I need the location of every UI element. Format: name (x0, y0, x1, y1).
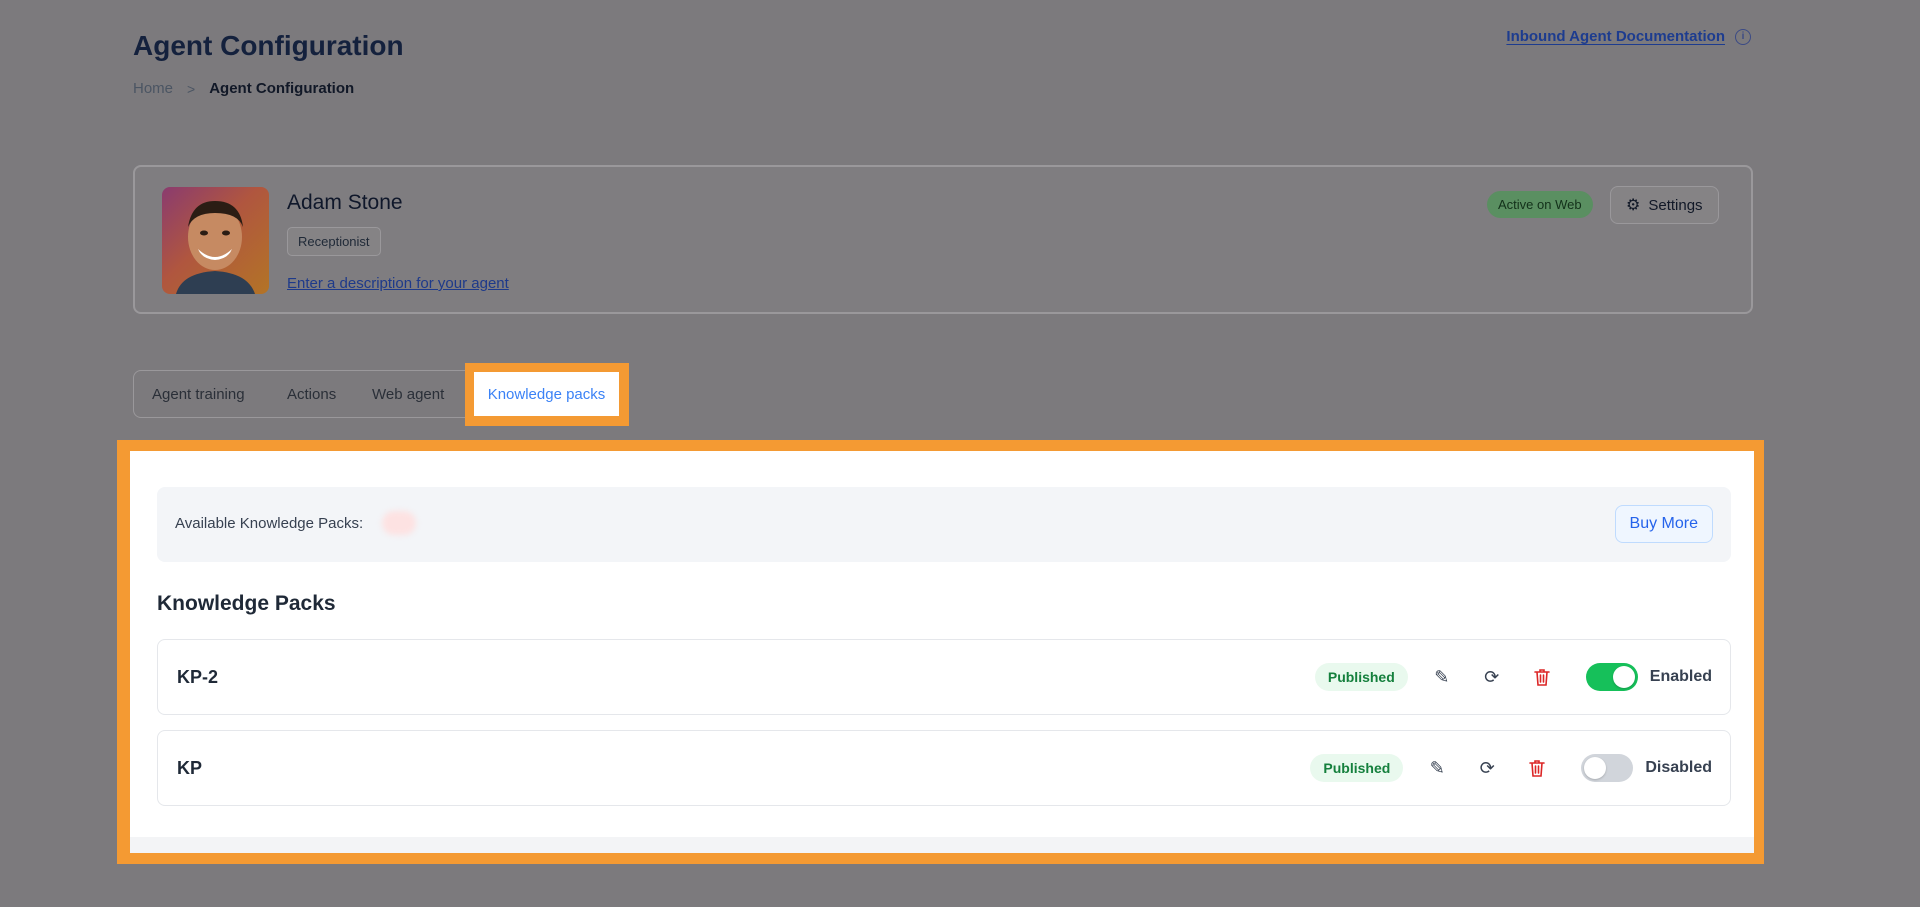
breadcrumb-separator-icon: > (187, 80, 196, 97)
breadcrumb: Home > Agent Configuration (133, 80, 354, 97)
agent-name: Adam Stone (287, 191, 403, 214)
agent-profile-card: Adam Stone Receptionist Enter a descript… (133, 165, 1753, 314)
enable-toggle[interactable] (1585, 663, 1638, 691)
pack-name: KP-2 (177, 666, 219, 687)
info-icon[interactable]: i (1735, 28, 1751, 45)
available-packs-count (382, 511, 416, 535)
buy-more-button[interactable]: Buy More (1614, 505, 1713, 543)
trash-icon[interactable] (1526, 661, 1558, 693)
pack-actions: Published ✎ ⟳ Enabled (1314, 640, 1712, 714)
tab-web-agent[interactable]: Web agent (372, 371, 444, 417)
status-badge: Published (1310, 754, 1404, 782)
role-badge: Receptionist (287, 227, 381, 256)
gear-icon: ⚙ (1626, 197, 1641, 214)
pack-actions: Published ✎ ⟳ Disabled (1310, 731, 1712, 805)
avatar (162, 187, 269, 294)
knowledge-packs-heading: Knowledge Packs (157, 592, 336, 615)
toggle-label: Disabled (1645, 759, 1712, 776)
pack-name: KP (177, 757, 203, 778)
documentation-link-group: Inbound Agent Documentation i (1506, 28, 1751, 45)
trash-icon[interactable] (1521, 752, 1553, 784)
settings-button-label: Settings (1648, 196, 1703, 214)
refresh-icon[interactable]: ⟳ (1476, 661, 1508, 693)
settings-button[interactable]: ⚙ Settings (1610, 186, 1719, 224)
agent-description-link[interactable]: Enter a description for your agent (287, 275, 509, 292)
tab-actions[interactable]: Actions (287, 371, 336, 417)
page-title: Agent Configuration (133, 30, 404, 61)
documentation-link[interactable]: Inbound Agent Documentation (1506, 28, 1725, 45)
edit-icon[interactable]: ✎ (1426, 661, 1458, 693)
toggle-label: Enabled (1649, 668, 1712, 685)
status-badge: Active on Web (1487, 191, 1593, 218)
tab-knowledge-packs[interactable]: Knowledge packs (474, 372, 619, 416)
refresh-icon[interactable]: ⟳ (1471, 752, 1503, 784)
enable-toggle[interactable] (1581, 754, 1634, 782)
avatar-portrait-icon (176, 201, 255, 294)
tab-agent-training[interactable]: Agent training (152, 371, 245, 417)
available-packs-bar: Available Knowledge Packs: Buy More (157, 487, 1731, 562)
edit-icon[interactable]: ✎ (1421, 752, 1453, 784)
breadcrumb-home[interactable]: Home (133, 80, 173, 97)
available-packs-label: Available Knowledge Packs: (175, 515, 364, 532)
list-item: KP-2 Published ✎ ⟳ Enabled (157, 639, 1731, 715)
panel-footer (130, 837, 1754, 853)
list-item: KP Published ✎ ⟳ Disabled (157, 730, 1731, 806)
tab-bar: Agent training Actions Web agent (133, 370, 478, 418)
status-badge: Published (1314, 663, 1408, 691)
breadcrumb-current: Agent Configuration (209, 80, 355, 97)
